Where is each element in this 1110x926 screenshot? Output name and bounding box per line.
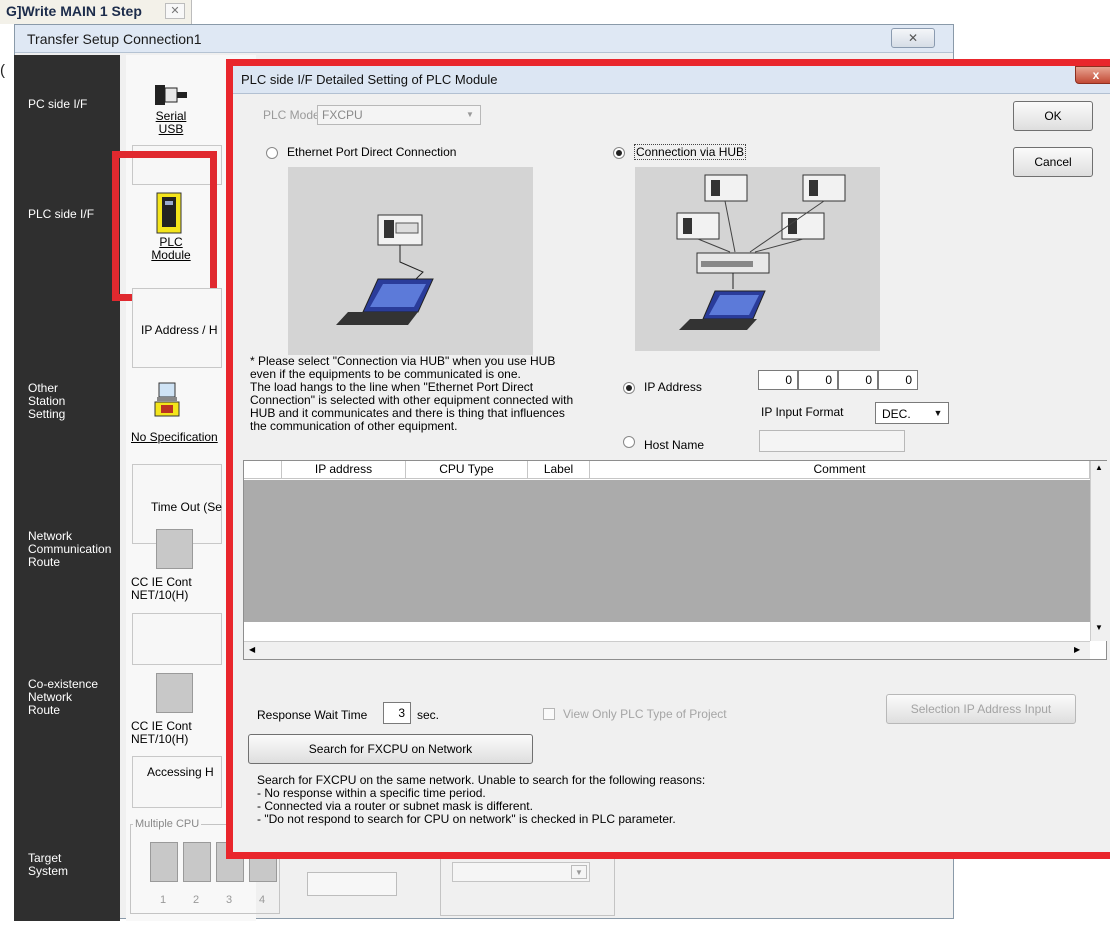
search-fxcpu-button[interactable]: Search for FXCPU on Network [248,734,533,764]
no-specification-link[interactable]: No Specification [131,431,218,444]
sidebar-network-route-line: Route [28,555,61,569]
serial-usb-icon[interactable] [153,83,189,107]
plc-module-highlight [112,151,217,301]
host-name-label[interactable]: Host Name [644,438,704,452]
editor-tab-title: G]Write MAIN 1 Step [6,3,142,19]
host-name-input[interactable] [759,430,905,452]
scroll-down-icon[interactable]: ▼ [1095,623,1103,632]
cc-ie-net-button-2[interactable] [156,673,193,713]
transfer-setup-close-button[interactable]: ✕ [891,28,935,48]
sidebar-pc-side: PC side I/F [28,97,88,111]
plc-mode-dropdown[interactable]: FXCPU ▼ [317,105,481,125]
transfer-setup-sidebar [14,55,120,921]
table-header-ip-address[interactable]: IP address [282,461,406,479]
ip-address-host-label: IP Address / H [141,323,218,337]
plc-mode-label: PLC Mode [263,108,320,122]
view-only-checkbox[interactable] [543,708,555,720]
scroll-right-icon[interactable]: ▶ [1074,645,1080,654]
editor-tab[interactable]: G]Write MAIN 1 Step ✕ [0,0,192,24]
accessing-host-box: Accessing H [132,756,222,808]
sidebar-target-line: System [28,864,69,878]
editor-tab-close-button[interactable]: ✕ [165,3,185,19]
cpu-number: 4 [259,894,266,906]
ip-format-value: DEC. [882,407,911,421]
direct-connection-image [288,167,533,355]
sidebar-other-station: Other Station Setting [28,382,65,421]
table-header-label[interactable]: Label [528,461,590,479]
dialog-titlebar: PLC side I/F Detailed Setting of PLC Mod… [233,66,1110,94]
ip-octet-field[interactable]: 0 [758,370,798,390]
plc-side-if-dialog: PLC side I/F Detailed Setting of PLC Mod… [226,59,1110,859]
ip-address-radio[interactable] [623,382,635,394]
cpu-number: 3 [226,894,233,906]
other-station-icon[interactable] [153,382,181,418]
cc-ie-net-button-1[interactable] [156,529,193,569]
serial-usb-link[interactable]: Serial USB [146,110,196,136]
response-wait-label: Response Wait Time [257,708,368,722]
hub-connection-image [635,167,880,351]
table-body[interactable] [244,480,1090,622]
response-wait-input[interactable]: 3 [383,702,411,724]
sidebar-coexistence-line: Route [28,703,61,717]
cpu-number: 1 [160,894,167,906]
sidebar-coexistence-route: Co-existence Network Route [28,678,98,717]
target-system-dropdown[interactable]: ▼ [452,862,590,882]
network-route-box [132,613,222,665]
sidebar-network-route: Network Communication Route [28,530,111,569]
target-system-field[interactable] [307,872,397,896]
ip-address-cell: IP Address / H [132,288,222,368]
accessing-host-label: Accessing H [147,765,214,779]
plc-mode-value: FXCPU [322,108,363,122]
serial-usb-line: USB [158,122,184,136]
chevron-down-icon: ▼ [933,408,943,418]
sidebar-plc-side: PLC side I/F [28,207,95,221]
hub-note-line: the communication of other equipment. [250,419,458,433]
cc-ie-line: NET/10(H) [131,588,189,602]
table-header-comment[interactable]: Comment [590,461,1090,479]
direct-connection-label[interactable]: Ethernet Port Direct Connection [287,145,456,159]
cpu-number: 2 [193,894,200,906]
hub-connection-label[interactable]: Connection via HUB [634,144,747,160]
sidebar-target-system: Target System [28,852,68,878]
search-info: Search for FXCPU on the same network. Un… [257,774,877,826]
ip-octet-field[interactable]: 0 [878,370,918,390]
transfer-setup-title: Transfer Setup Connection1 [27,31,202,47]
multiple-cpu-label: Multiple CPU [133,818,202,830]
transfer-setup-titlebar: Transfer Setup Connection1 ✕ [15,25,953,53]
background-paren: ( [0,62,5,79]
scroll-up-icon[interactable]: ▲ [1095,463,1103,472]
plc-search-table: IP address CPU Type Label Comment ▲ ▼ ◀ … [243,460,1107,660]
ok-button[interactable]: OK [1013,101,1093,131]
scroll-left-icon[interactable]: ◀ [249,645,255,654]
timeout-label: Time Out (Se [151,500,222,514]
table-horizontal-scrollbar[interactable]: ◀ ▶ [244,641,1090,659]
dialog-title: PLC side I/F Detailed Setting of PLC Mod… [241,72,498,87]
ip-format-label: IP Input Format [761,405,844,419]
cpu-slot-1[interactable] [150,842,178,882]
chevron-down-icon: ▼ [466,110,474,119]
cpu-slot-2[interactable] [183,842,211,882]
cc-ie-net-label-1: CC IE Cont NET/10(H) [131,576,192,602]
hub-connection-radio[interactable] [613,147,625,159]
ip-format-dropdown[interactable]: DEC. ▼ [875,402,949,424]
search-info-line: - "Do not respond to search for CPU on n… [257,812,676,826]
view-only-label[interactable]: View Only PLC Type of Project [563,707,727,721]
ip-octet-field[interactable]: 0 [798,370,838,390]
chevron-down-icon: ▼ [571,865,587,879]
cc-ie-net-label-2: CC IE Cont NET/10(H) [131,720,192,746]
hub-note: * Please select "Connection via HUB" whe… [250,355,610,433]
dialog-close-button[interactable]: x [1075,66,1110,84]
cancel-button[interactable]: Cancel [1013,147,1093,177]
table-vertical-scrollbar[interactable]: ▲ ▼ [1090,461,1107,641]
ip-octet-field[interactable]: 0 [838,370,878,390]
response-wait-unit: sec. [417,708,440,722]
selection-ip-address-button[interactable]: Selection IP Address Input [886,694,1076,724]
ip-address-label[interactable]: IP Address [644,380,702,394]
host-name-radio[interactable] [623,436,635,448]
table-header-blank [244,461,282,479]
cc-ie-line: NET/10(H) [131,732,189,746]
sidebar-other-station-line: Setting [28,407,66,421]
direct-connection-radio[interactable] [266,147,278,159]
table-header-cpu-type[interactable]: CPU Type [406,461,528,479]
